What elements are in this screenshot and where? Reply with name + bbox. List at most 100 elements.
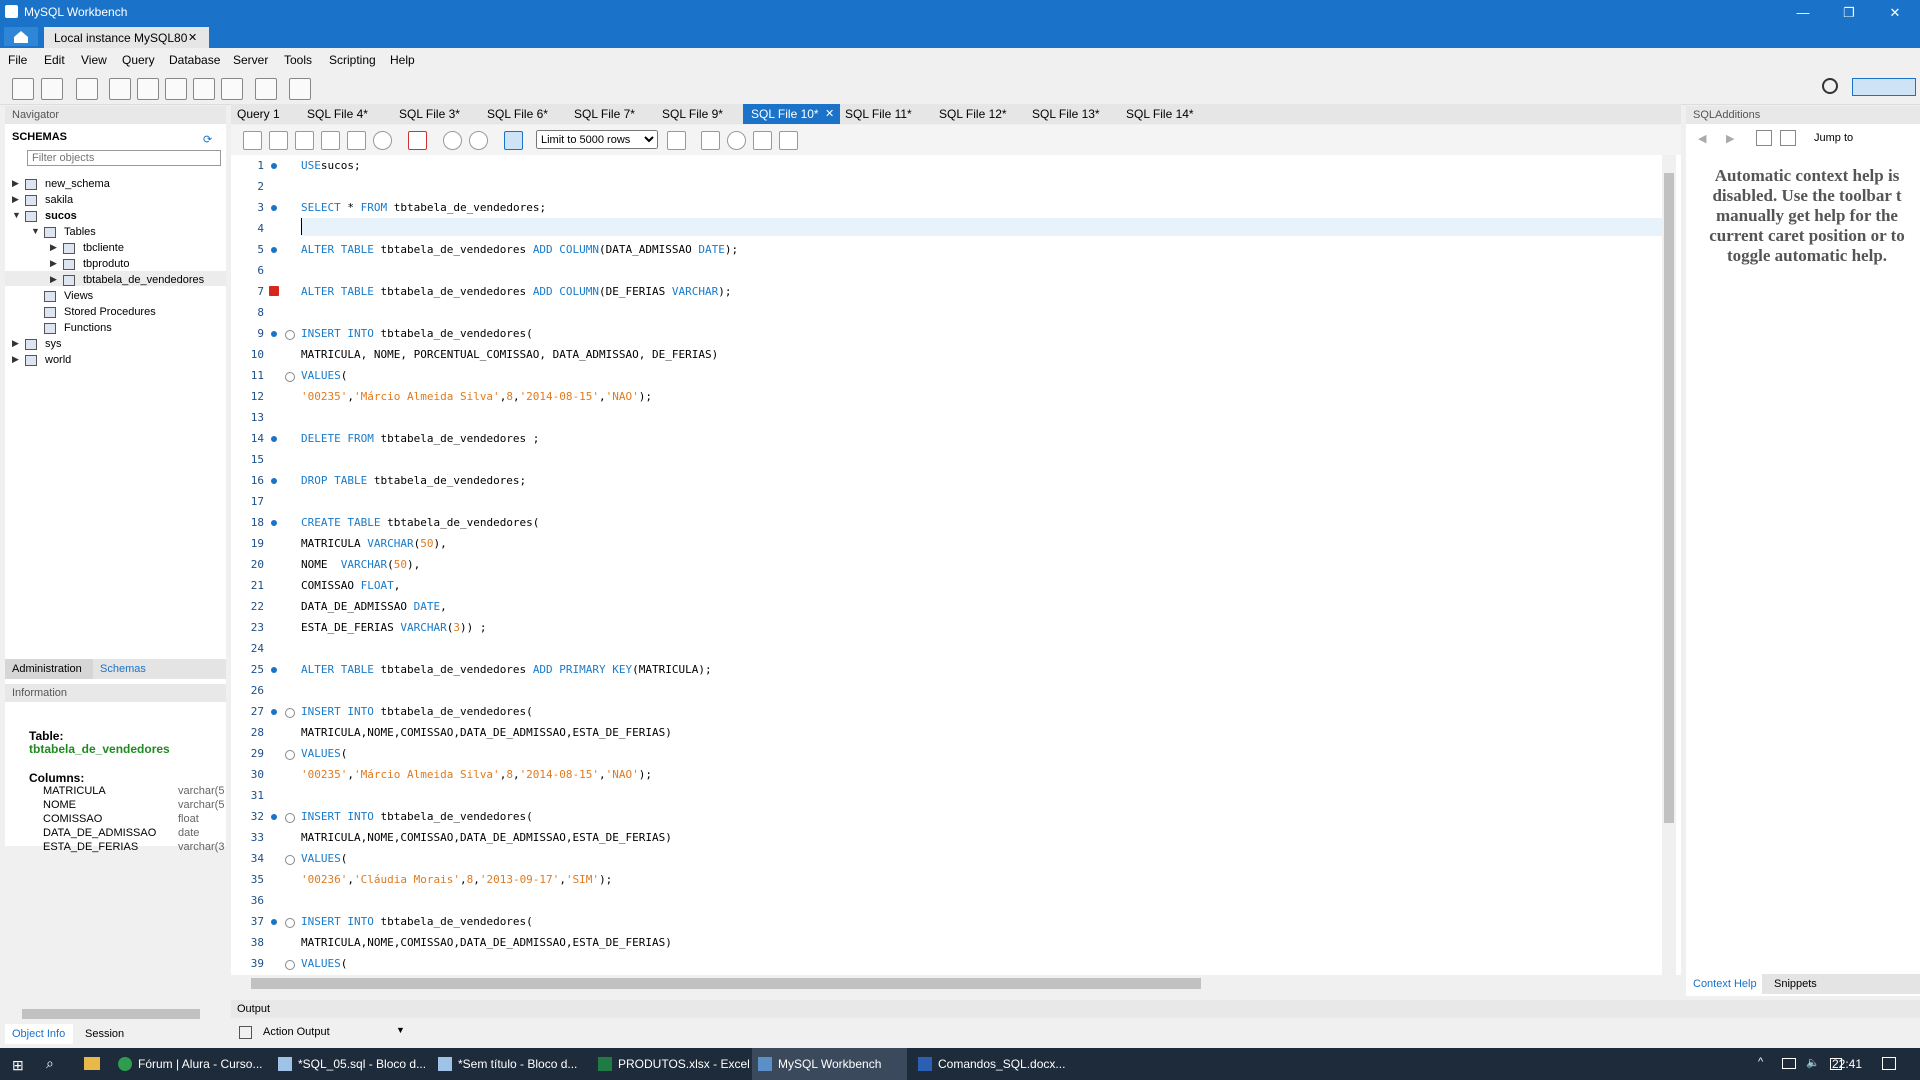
code-line[interactable]: VALUES( — [301, 747, 347, 760]
refresh-icon[interactable]: ⟳ — [203, 133, 212, 146]
create-schema-icon[interactable] — [109, 78, 131, 100]
taskbar-app-excel[interactable]: PRODUTOS.xlsx - Excel — [592, 1048, 750, 1080]
close-button[interactable]: ✕ — [1872, 0, 1918, 25]
expand-arrow-icon[interactable]: ▶ — [12, 194, 19, 205]
code-line[interactable]: '00235','Márcio Almeida Silva',8,'2014-0… — [301, 768, 652, 781]
code-line[interactable]: '00236','Cláudia Morais',8,'2013-09-17',… — [301, 873, 612, 886]
tree-item-sakila[interactable]: sakila — [45, 194, 73, 206]
invisible-chars-icon[interactable] — [753, 131, 772, 150]
reconnect-icon[interactable] — [289, 78, 311, 100]
code-line[interactable]: DROP TABLE tbtabela_de_vendedores; — [301, 474, 526, 487]
tab-snippets[interactable]: Snippets — [1774, 978, 1817, 990]
search-icon[interactable]: ⌕ — [46, 1055, 54, 1072]
expand-arrow-icon[interactable]: ▶ — [12, 338, 19, 349]
home-tab[interactable] — [4, 27, 38, 46]
tree-item-functions[interactable]: Functions — [64, 322, 112, 334]
tab-sql-file-4[interactable]: SQL File 4* — [307, 107, 368, 121]
code-line[interactable]: COMISSAO FLOAT, — [301, 579, 400, 592]
commit-icon[interactable] — [443, 131, 462, 150]
stop-icon[interactable] — [373, 131, 392, 150]
fold-toggle-icon[interactable] — [285, 372, 295, 382]
expand-arrow-icon[interactable]: ▶ — [12, 354, 19, 365]
code-line[interactable]: ALTER TABLE tbtabela_de_vendedores ADD P… — [301, 663, 712, 676]
tab-sql-file-6[interactable]: SQL File 6* — [487, 107, 548, 121]
menu-edit[interactable]: Edit — [44, 53, 65, 67]
taskbar-app-workbench[interactable]: MySQL Workbench — [752, 1048, 907, 1080]
code-line[interactable]: MATRICULA,NOME,COMISSAO,DATA_DE_ADMISSAO… — [301, 831, 672, 844]
filter-objects-input[interactable] — [27, 150, 221, 166]
tab-sql-file-14[interactable]: SQL File 14* — [1126, 107, 1194, 121]
tab-sql-file-12[interactable]: SQL File 12* — [939, 107, 1007, 121]
code-line[interactable]: MATRICULA,NOME,COMISSAO,DATA_DE_ADMISSAO… — [301, 726, 672, 739]
explain-icon[interactable] — [347, 131, 366, 150]
settings-icon[interactable] — [1822, 78, 1838, 94]
restore-button[interactable]: ❐ — [1826, 0, 1872, 25]
close-tab-icon[interactable]: ✕ — [825, 107, 834, 120]
editor-horizontal-scrollbar[interactable] — [231, 975, 1681, 991]
code-line[interactable]: USEsucos; — [301, 159, 361, 172]
expand-arrow-icon[interactable]: ▶ — [50, 242, 57, 253]
menu-view[interactable]: View — [81, 53, 107, 67]
fold-toggle-icon[interactable] — [285, 708, 295, 718]
code-line[interactable]: MATRICULA, NOME, PORCENTUAL_COMISSAO, DA… — [301, 348, 718, 361]
execute-icon[interactable] — [295, 131, 314, 150]
code-line[interactable]: DELETE FROM tbtabela_de_vendedores ; — [301, 432, 539, 445]
code-line[interactable]: INSERT INTO tbtabela_de_vendedores( — [301, 327, 533, 340]
menu-query[interactable]: Query — [122, 53, 155, 67]
add-snippet-icon[interactable] — [667, 131, 686, 150]
code-line[interactable]: INSERT INTO tbtabela_de_vendedores( — [301, 705, 533, 718]
clock-time[interactable]: 22:41 — [1832, 1057, 1862, 1071]
tree-item-tbcliente[interactable]: tbcliente — [83, 242, 124, 254]
tab-sql-file-9[interactable]: SQL File 9* — [662, 107, 723, 121]
tab-object-info[interactable]: Object Info — [12, 1028, 65, 1040]
tab-query-1[interactable]: Query 1 — [237, 107, 280, 121]
create-view-icon[interactable] — [165, 78, 187, 100]
tab-sql-file-7[interactable]: SQL File 7* — [574, 107, 635, 121]
code-line[interactable]: DATA_DE_ADMISSAO DATE, — [301, 600, 447, 613]
search-table-data-icon[interactable] — [255, 78, 277, 100]
rollback-icon[interactable] — [469, 131, 488, 150]
manual-help-icon[interactable] — [1756, 130, 1772, 146]
network-icon[interactable] — [1782, 1058, 1796, 1069]
auto-help-icon[interactable] — [1780, 130, 1796, 146]
expand-arrow-icon[interactable]: ▶ — [12, 178, 19, 189]
code-line[interactable]: INSERT INTO tbtabela_de_vendedores( — [301, 810, 533, 823]
forward-icon[interactable]: ▶ — [1726, 132, 1734, 145]
find-icon[interactable] — [727, 131, 746, 150]
taskbar-app-chrome[interactable]: Fórum | Alura - Curso... — [112, 1048, 267, 1080]
output-selector[interactable]: Action Output ▼ — [231, 1023, 411, 1041]
tree-item-world[interactable]: world — [45, 354, 71, 366]
fold-toggle-icon[interactable] — [285, 855, 295, 865]
tree-item-sucos[interactable]: sucos — [45, 210, 77, 222]
menu-help[interactable]: Help — [390, 53, 415, 67]
expand-arrow-icon[interactable]: ▶ — [50, 258, 57, 269]
collapse-arrow-icon[interactable]: ▼ — [12, 210, 21, 220]
inspector-icon[interactable] — [76, 78, 98, 100]
expand-arrow-icon[interactable]: ▶ — [50, 274, 57, 285]
tree-item-views[interactable]: Views — [64, 290, 93, 302]
taskbar-app-notepad-2[interactable]: *Sem título - Bloco d... — [432, 1048, 587, 1080]
menu-file[interactable]: File — [8, 53, 27, 67]
code-line[interactable]: MATRICULA,NOME,COMISSAO,DATA_DE_ADMISSAO… — [301, 936, 672, 949]
jump-to-label[interactable]: Jump to — [1814, 132, 1853, 144]
scroll-thumb[interactable] — [251, 978, 1201, 989]
taskbar-app-notepad-1[interactable]: *SQL_05.sql - Bloco d... — [272, 1048, 427, 1080]
minimize-button[interactable]: — — [1780, 0, 1826, 25]
code-line[interactable]: VALUES( — [301, 957, 347, 970]
menu-server[interactable]: Server — [233, 53, 268, 67]
create-function-icon[interactable] — [221, 78, 243, 100]
code-line[interactable]: ESTA_DE_FERIAS VARCHAR(3)) ; — [301, 621, 486, 634]
fold-toggle-icon[interactable] — [285, 330, 295, 340]
code-line[interactable]: NOME VARCHAR(50), — [301, 558, 420, 571]
code-line[interactable]: VALUES( — [301, 369, 347, 382]
tab-sql-file-11[interactable]: SQL File 11* — [845, 107, 912, 121]
code-line[interactable]: SELECT * FROM tbtabela_de_vendedores; — [301, 201, 546, 214]
code-line[interactable]: VALUES( — [301, 852, 347, 865]
wrap-lines-icon[interactable] — [779, 131, 798, 150]
fold-toggle-icon[interactable] — [285, 918, 295, 928]
new-sql-tab-icon[interactable] — [12, 78, 34, 100]
scroll-thumb[interactable] — [1664, 173, 1674, 823]
back-icon[interactable]: ◀ — [1698, 132, 1706, 145]
volume-icon[interactable]: 🔈 — [1806, 1056, 1820, 1069]
create-procedure-icon[interactable] — [193, 78, 215, 100]
